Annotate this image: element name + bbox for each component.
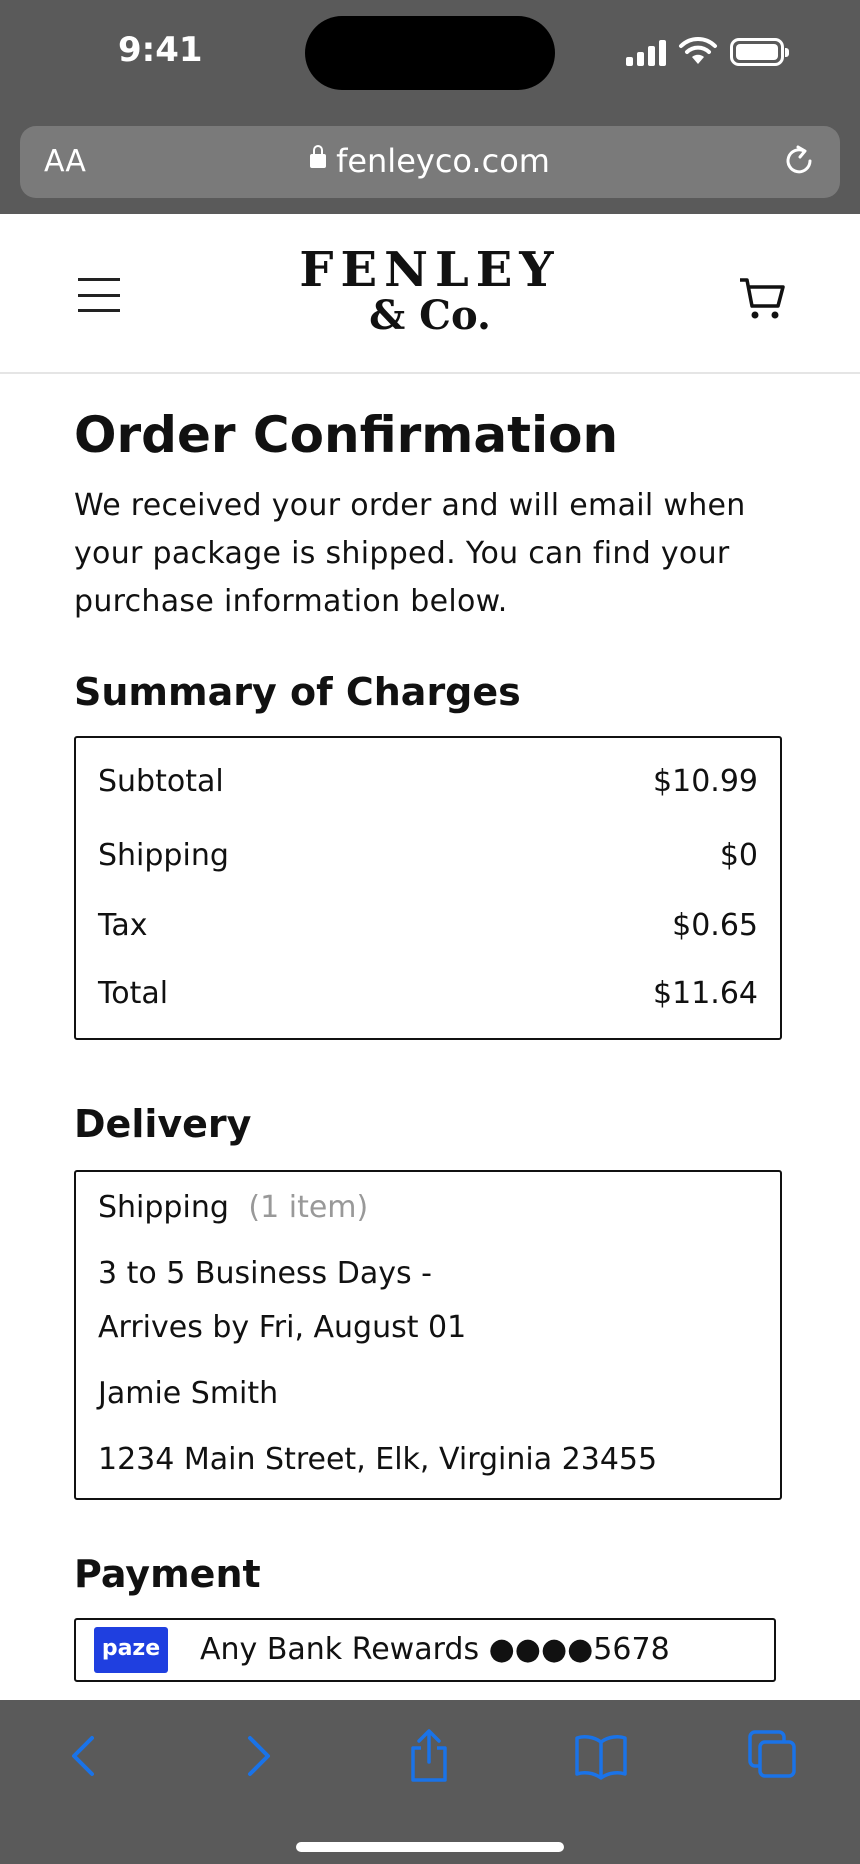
cellular-signal-icon xyxy=(626,38,668,66)
delivery-title: Delivery xyxy=(74,1102,252,1146)
status-bar: 9:41 xyxy=(0,0,860,110)
delivery-method: Shipping (1 item) xyxy=(98,1190,368,1225)
charges-summary-box: Subtotal $10.99 Shipping $0 Tax $0.65 To… xyxy=(74,736,782,1040)
browser-toolbar xyxy=(0,1700,860,1864)
payment-title: Payment xyxy=(74,1552,261,1596)
delivery-method-label: Shipping xyxy=(98,1190,229,1225)
forward-icon[interactable] xyxy=(226,1726,286,1786)
delivery-item-count: (1 item) xyxy=(248,1190,369,1225)
lock-icon xyxy=(310,145,327,168)
logo-line-2: & Co. xyxy=(369,292,491,339)
address-bar[interactable]: AA fenleyco.com xyxy=(20,126,840,198)
recipient-name: Jamie Smith xyxy=(98,1376,279,1411)
charge-row-shipping: Shipping $0 xyxy=(98,838,758,873)
reload-icon[interactable] xyxy=(780,142,818,180)
payment-method-box: paze Any Bank Rewards ●●●●5678 xyxy=(74,1618,776,1682)
delivery-box: Shipping (1 item) 3 to 5 Business Days -… xyxy=(74,1170,782,1500)
status-time: 9:41 xyxy=(118,30,203,70)
home-indicator[interactable] xyxy=(296,1842,564,1852)
charge-label: Tax xyxy=(98,908,148,943)
tabs-icon[interactable] xyxy=(742,1726,802,1786)
url-display[interactable]: fenleyco.com xyxy=(20,142,840,180)
browser-address-area: AA fenleyco.com xyxy=(0,110,860,214)
delivery-speed-line-1: 3 to 5 Business Days - xyxy=(98,1256,432,1291)
charge-value: $10.99 xyxy=(653,764,758,799)
page-title: Order Confirmation xyxy=(74,406,619,464)
charge-value: $0.65 xyxy=(672,908,758,943)
intro-text: We received your order and will email wh… xyxy=(74,488,746,619)
brand-logo[interactable]: FENLEY & Co. xyxy=(0,246,860,338)
charge-label: Shipping xyxy=(98,838,229,873)
bookmarks-icon[interactable] xyxy=(571,1726,631,1786)
logo-line-1: FENLEY xyxy=(299,242,561,298)
shipping-address: 1234 Main Street, Elk, Virginia 23455 xyxy=(98,1442,658,1477)
charge-row-total: Total $11.64 xyxy=(98,976,758,1011)
paze-logo: paze xyxy=(94,1627,168,1673)
cart-icon[interactable] xyxy=(738,274,788,324)
back-icon[interactable] xyxy=(56,1726,116,1786)
battery-icon xyxy=(730,38,789,66)
share-icon[interactable] xyxy=(399,1726,459,1786)
site-header: FENLEY & Co. xyxy=(0,214,860,374)
charge-value: $0 xyxy=(719,838,758,873)
charge-label: Subtotal xyxy=(98,764,224,799)
payment-account: Any Bank Rewards ●●●●5678 xyxy=(200,1632,670,1667)
charge-value: $11.64 xyxy=(653,976,758,1011)
summary-title: Summary of Charges xyxy=(74,670,521,714)
dynamic-island xyxy=(305,16,555,90)
charge-label: Total xyxy=(98,976,169,1011)
charge-row-tax: Tax $0.65 xyxy=(98,908,758,943)
charge-row-subtotal: Subtotal $10.99 xyxy=(98,764,758,799)
delivery-speed-line-2: Arrives by Fri, August 01 xyxy=(98,1310,467,1345)
wifi-icon xyxy=(679,36,717,64)
url-text: fenleyco.com xyxy=(336,142,550,180)
